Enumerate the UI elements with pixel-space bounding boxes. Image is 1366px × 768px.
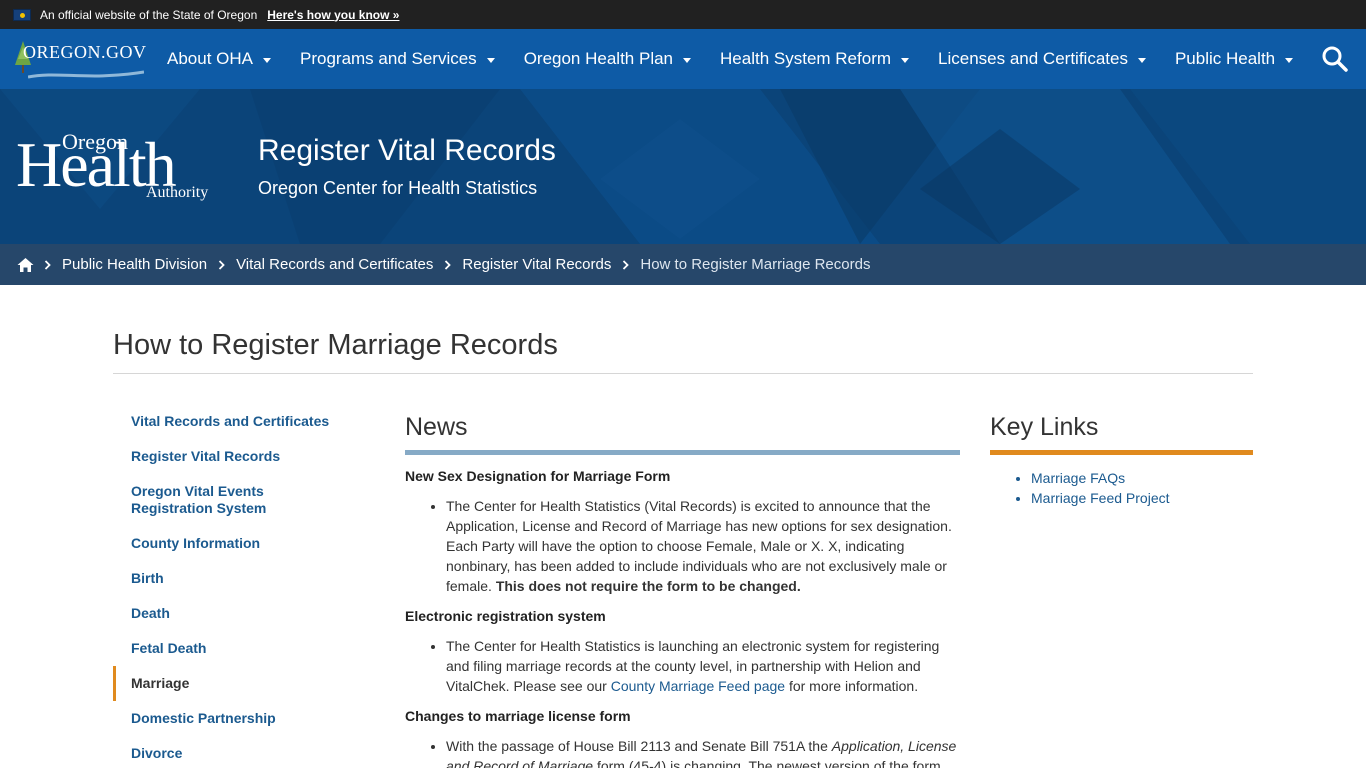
news-item-text: The Center for Health Statistics is laun… xyxy=(446,636,960,696)
oha-logo-authority: Authority xyxy=(146,184,209,201)
caret-down-icon xyxy=(1137,57,1146,63)
hero-title: Register Vital Records xyxy=(258,134,556,167)
news-text: form (45-4) is changing. The newest vers… xyxy=(593,758,941,768)
official-text: An official website of the State of Oreg… xyxy=(40,7,258,22)
how-you-know-link[interactable]: Here's how you know » xyxy=(267,8,399,22)
marriage-faqs-link[interactable]: Marriage FAQs xyxy=(1031,470,1125,486)
oha-logo-oregon: Oregon xyxy=(62,129,128,154)
side-item-death[interactable]: Death xyxy=(113,596,363,631)
marriage-feed-project-link[interactable]: Marriage Feed Project xyxy=(1031,490,1170,506)
breadcrumb-current: How to Register Marriage Records xyxy=(640,256,871,273)
breadcrumb-register-vital-records[interactable]: Register Vital Records xyxy=(462,256,611,273)
side-item-vital-records-and-certificates[interactable]: Vital Records and Certificates xyxy=(113,404,363,439)
side-item-fetal-death[interactable]: Fetal Death xyxy=(113,631,363,666)
hero-banner: Health Oregon Authority Register Vital R… xyxy=(0,89,1366,244)
chevron-right-icon xyxy=(44,259,51,270)
side-item-birth[interactable]: Birth xyxy=(113,561,363,596)
chevron-right-icon xyxy=(623,259,630,270)
page-title: How to Register Marriage Records xyxy=(113,329,558,361)
news-text: With the passage of House Bill 2113 and … xyxy=(446,738,832,754)
news-item-title: Changes to marriage license form xyxy=(405,708,631,724)
key-link-item: Marriage FAQs xyxy=(1031,468,1253,488)
key-links-list: Marriage FAQs Marriage Feed Project xyxy=(1031,468,1253,508)
breadcrumb-public-health-division[interactable]: Public Health Division xyxy=(62,256,207,273)
key-link-item: Marriage Feed Project xyxy=(1031,488,1253,508)
oregon-flag-icon xyxy=(13,8,31,21)
breadcrumb-vital-records[interactable]: Vital Records and Certificates xyxy=(236,256,433,273)
nav-label: About OHA xyxy=(167,49,253,68)
nav-programs-and-services[interactable]: Programs and Services xyxy=(300,49,495,69)
news-text: for more information. xyxy=(785,678,919,694)
river-swoosh-icon xyxy=(28,70,144,79)
nav-label: Health System Reform xyxy=(720,49,892,68)
news-heading: News xyxy=(405,413,960,455)
caret-down-icon xyxy=(683,57,692,63)
side-item-marriage[interactable]: Marriage xyxy=(113,666,363,701)
news-item-title: Electronic registration system xyxy=(405,608,606,624)
chevron-right-icon xyxy=(445,259,452,270)
caret-down-icon xyxy=(901,57,910,63)
breadcrumb: Public Health Division Vital Records and… xyxy=(0,244,1366,285)
caret-down-icon xyxy=(1285,57,1294,63)
side-item-county-information[interactable]: County Information xyxy=(113,526,363,561)
search-icon[interactable] xyxy=(1321,45,1349,73)
side-item-register-vital-records[interactable]: Register Vital Records xyxy=(113,439,363,474)
key-links-section: Key Links Marriage FAQs Marriage Feed Pr… xyxy=(990,413,1253,508)
nav-label: Oregon Health Plan xyxy=(523,49,674,68)
news-item-text: The Center for Health Statistics (Vital … xyxy=(446,496,960,596)
nav-health-system-reform[interactable]: Health System Reform xyxy=(720,49,910,69)
nav-label: Programs and Services xyxy=(300,49,477,68)
nav-label: Public Health xyxy=(1174,49,1276,68)
home-icon[interactable] xyxy=(17,257,34,273)
nav-oregon-health-plan[interactable]: Oregon Health Plan xyxy=(523,49,692,69)
chevron-right-icon xyxy=(218,259,225,270)
nav-about-oha[interactable]: About OHA xyxy=(167,49,271,69)
news-item-body: The Center for Health Statistics is laun… xyxy=(446,636,960,696)
news-bold-text: This does not require the form to be cha… xyxy=(495,578,801,594)
caret-down-icon xyxy=(263,57,271,63)
caret-down-icon xyxy=(486,57,495,63)
side-navigation: Vital Records and Certificates Register … xyxy=(113,404,363,768)
key-links-heading: Key Links xyxy=(990,413,1253,455)
title-divider xyxy=(113,373,1253,374)
nav-public-health[interactable]: Public Health xyxy=(1174,49,1294,69)
nav-label: Licenses and Certificates xyxy=(938,49,1128,68)
main-menu: About OHA Programs and Services Oregon H… xyxy=(167,49,1322,69)
news-item-body: The Center for Health Statistics (Vital … xyxy=(446,496,960,596)
county-marriage-feed-link[interactable]: County Marriage Feed page xyxy=(611,678,785,694)
news-item-title: New Sex Designation for Marriage Form xyxy=(405,468,671,484)
side-item-oregon-vital-events-registration-system[interactable]: Oregon Vital Events Registration System xyxy=(113,474,363,526)
news-section: News New Sex Designation for Marriage Fo… xyxy=(405,413,960,768)
oregon-gov-logo-text: OREGON.GOV xyxy=(23,42,147,62)
news-item-text: With the passage of House Bill 2113 and … xyxy=(446,736,960,768)
top-navigation: OREGON.GOV About OHA Programs and Servic… xyxy=(0,29,1366,89)
oregon-gov-logo[interactable]: OREGON.GOV xyxy=(0,29,150,89)
hero-subtitle: Oregon Center for Health Statistics xyxy=(258,178,538,198)
side-item-divorce[interactable]: Divorce xyxy=(113,736,363,768)
side-item-domestic-partnership[interactable]: Domestic Partnership xyxy=(113,701,363,736)
news-item-body: With the passage of House Bill 2113 and … xyxy=(446,736,960,768)
official-banner: An official website of the State of Oreg… xyxy=(0,0,1366,29)
oha-logo[interactable]: Health Oregon Authority xyxy=(16,129,216,205)
nav-licenses-and-certificates[interactable]: Licenses and Certificates xyxy=(938,49,1146,69)
